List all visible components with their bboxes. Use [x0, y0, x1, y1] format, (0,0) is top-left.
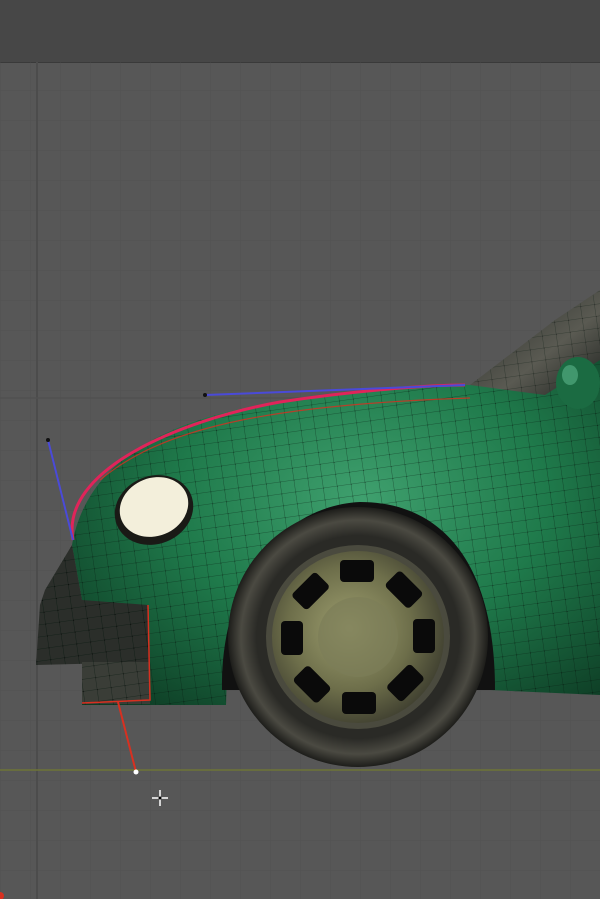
3d-viewport[interactable]: [0, 0, 600, 899]
handle-point-top[interactable]: [203, 393, 207, 397]
side-mirror[interactable]: [556, 357, 600, 409]
handle-point-bottom[interactable]: [133, 769, 139, 775]
hubcap-center: [318, 597, 398, 677]
handle-point-left[interactable]: [46, 438, 50, 442]
front-wheel[interactable]: [228, 507, 488, 767]
side-mirror-highlight: [562, 365, 578, 385]
viewport-scene[interactable]: [0, 0, 600, 899]
lower-bumper-mesh: [82, 662, 150, 704]
